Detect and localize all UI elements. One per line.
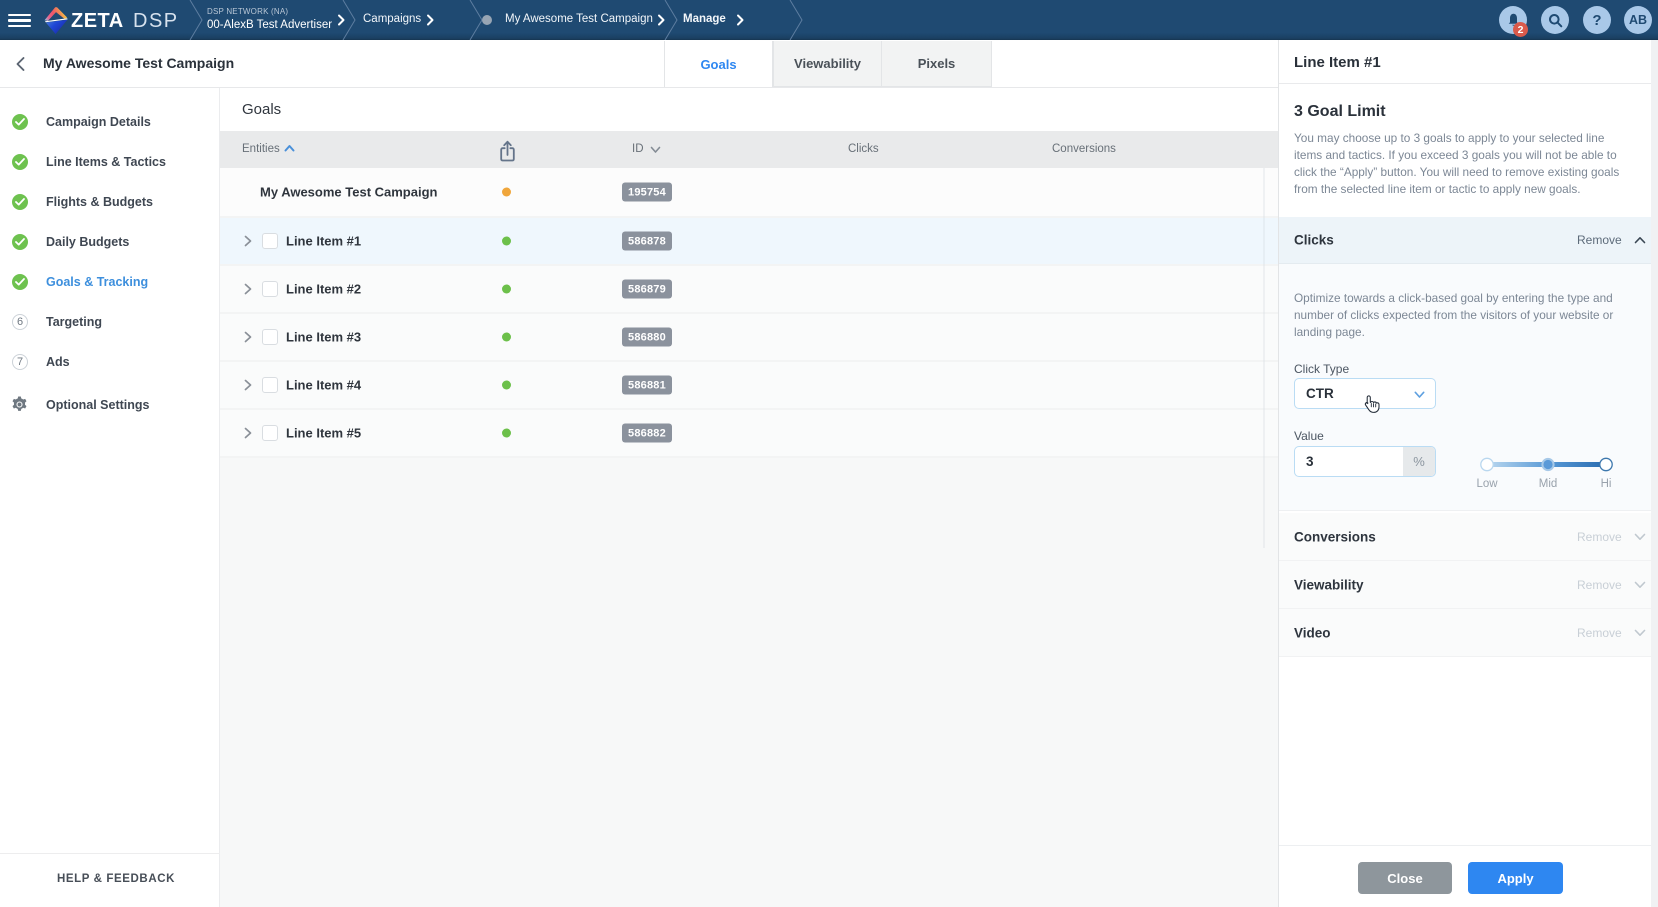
svg-text:Hi: Hi [1601, 478, 1612, 490]
svg-text:Mid: Mid [1539, 478, 1558, 490]
svg-text:Low: Low [1476, 478, 1498, 490]
